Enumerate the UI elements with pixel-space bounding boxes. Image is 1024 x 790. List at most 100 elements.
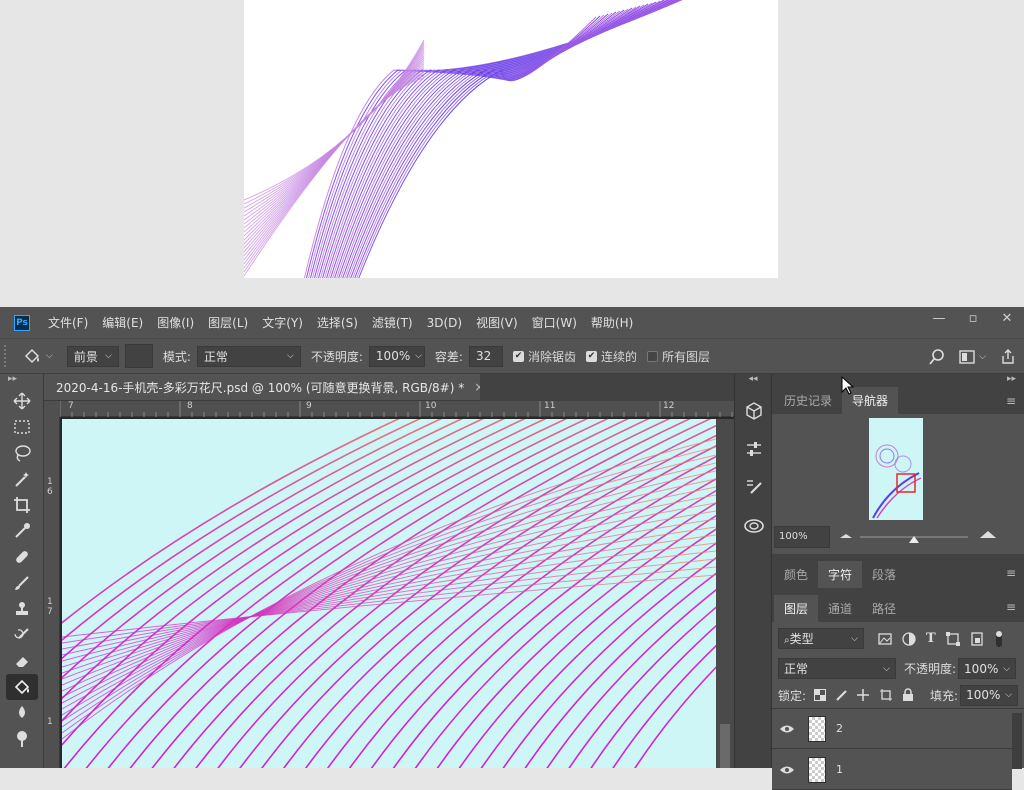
layers-scrollbar[interactable] [1012, 713, 1022, 769]
crop-tool[interactable] [6, 492, 38, 518]
clone-stamp-tool[interactable] [6, 596, 38, 622]
eyedropper-tool[interactable] [6, 518, 38, 544]
tab-paragraph[interactable]: 段落 [862, 561, 906, 588]
layer-row[interactable]: 1 [772, 750, 1012, 790]
lock-artboard-icon[interactable] [879, 688, 893, 702]
menu-filter[interactable]: 滤镜(T) [372, 314, 413, 331]
3d-panel-button[interactable] [735, 392, 773, 430]
tolerance-field[interactable]: 32 [468, 345, 503, 367]
brush-tool[interactable] [6, 570, 38, 596]
document-tab[interactable]: 2020-4-16-手机壳-多彩万花尺.psd @ 100% (可随意更换背景,… [44, 374, 484, 401]
opacity-field[interactable]: 100% ⌵ [368, 345, 425, 367]
menu-file[interactable]: 文件(F) [48, 314, 88, 331]
navigator-thumbnail[interactable] [869, 418, 923, 520]
minimize-button[interactable]: — [922, 307, 956, 329]
all-layers-label: 所有图层 [662, 349, 711, 364]
filter-toggle[interactable] [994, 629, 1004, 649]
contiguous-option[interactable]: ✔ 连续的 [585, 348, 637, 365]
search-icon[interactable] [929, 349, 945, 365]
navigator-zoom-field[interactable]: 100% [774, 526, 830, 548]
menu-image[interactable]: 图像(I) [157, 314, 194, 331]
navigator-zoom-slider[interactable] [836, 526, 1016, 550]
menu-view[interactable]: 视图(V) [476, 314, 518, 331]
ribbon-line [356, 15, 601, 278]
menu-select[interactable]: 选择(S) [317, 314, 358, 331]
ribbon-line [244, 53, 425, 229]
ribbon-line [328, 1, 657, 278]
tab-color[interactable]: 颜色 [774, 561, 818, 588]
menu-type[interactable]: 文字(Y) [262, 314, 303, 331]
opacity-value: 100% [375, 349, 411, 363]
lock-all-icon[interactable] [902, 688, 914, 702]
blur-tool[interactable] [6, 700, 38, 726]
zoom-out-icon[interactable] [840, 534, 852, 538]
canvas-scrollbar[interactable] [716, 419, 734, 768]
menu-edit[interactable]: 编辑(E) [102, 314, 143, 331]
layer-opacity-field[interactable]: 100% ⌵ [958, 658, 1017, 679]
magic-wand-icon [15, 472, 29, 487]
dodge-tool[interactable] [6, 726, 38, 752]
marquee-tool[interactable] [6, 414, 38, 440]
tab-character[interactable]: 字符 [818, 561, 863, 588]
character-panel: 颜色 字符 段落 ≡ [772, 558, 1024, 588]
shape-filter-icon[interactable] [945, 631, 960, 646]
anti-alias-checkbox[interactable]: ✔ [512, 350, 524, 362]
image-filter-icon[interactable] [878, 632, 892, 645]
tab-paths[interactable]: 路径 [862, 595, 906, 622]
contiguous-checkbox[interactable]: ✔ [585, 350, 597, 362]
fill-source-select[interactable]: 前景 ⌵ [66, 345, 119, 367]
share-icon[interactable] [1000, 349, 1016, 365]
tools-collapse[interactable]: ▸▸ [0, 374, 43, 388]
brush-settings-button[interactable] [735, 468, 773, 506]
move-tool[interactable] [6, 388, 38, 414]
blend-mode-select[interactable]: 正常 ⌵ [778, 658, 896, 679]
adjustments-panel-button[interactable] [735, 430, 773, 468]
anti-alias-option[interactable]: ✔ 消除锯齿 [512, 348, 576, 365]
smart-object-filter-icon[interactable] [970, 631, 984, 646]
tab-channels[interactable]: 通道 [818, 595, 862, 622]
zoom-in-icon[interactable] [980, 531, 996, 538]
workspace-switcher[interactable]: ⌵ [959, 350, 986, 364]
panel-menu-icon[interactable]: ≡ [1006, 600, 1016, 614]
menu-help[interactable]: 帮助(H) [591, 314, 633, 331]
panel-menu-icon[interactable]: ≡ [1006, 566, 1016, 580]
menu-3d[interactable]: 3D(D) [427, 316, 462, 330]
paint-bucket-tool[interactable] [6, 674, 38, 700]
tolerance-value: 32 [475, 349, 492, 363]
lock-position-icon[interactable] [856, 688, 870, 702]
maximize-button[interactable]: ▫ [956, 307, 990, 329]
fill-field[interactable]: 100% ⌵ [960, 684, 1019, 706]
adjustment-filter-icon[interactable] [902, 631, 916, 646]
ruler-label: 1 6 [47, 477, 53, 497]
tab-history[interactable]: 历史记录 [774, 387, 842, 414]
document-canvas[interactable] [62, 419, 716, 768]
quick-select-tool[interactable] [6, 466, 38, 492]
libraries-panel-button[interactable] [735, 506, 773, 544]
panels-expand[interactable]: ▸▸ [1007, 374, 1016, 384]
close-window-button[interactable]: ✕ [990, 307, 1024, 329]
layer-filter-select[interactable]: ⌕类型 ⌵ [778, 628, 864, 649]
healing-brush-tool[interactable] [6, 544, 38, 570]
layer-row[interactable]: 2 [772, 709, 1012, 749]
menu-layer[interactable]: 图层(L) [208, 314, 248, 331]
tab-layers[interactable]: 图层 [774, 595, 819, 622]
visibility-eye-icon[interactable] [772, 724, 802, 734]
strip-collapse[interactable]: ◂◂ [735, 374, 771, 392]
eraser-tool[interactable] [6, 648, 38, 674]
pattern-swatch[interactable] [124, 344, 153, 368]
all-layers-option[interactable]: 所有图层 [647, 348, 710, 365]
lock-pixels-icon[interactable] [835, 689, 847, 701]
tool-preset-picker[interactable]: ⌵ [22, 347, 53, 365]
mode-select[interactable]: 正常 ⌵ [196, 345, 301, 367]
visibility-eye-icon[interactable] [772, 765, 802, 775]
layer-filter-row: ⌕类型 ⌵ T [778, 628, 1004, 649]
history-brush-tool[interactable] [6, 622, 38, 648]
lock-transparency-icon[interactable] [814, 689, 827, 701]
lasso-tool[interactable] [6, 440, 38, 466]
scrollbar-thumb[interactable] [720, 724, 730, 768]
panel-menu-icon[interactable]: ≡ [1006, 394, 1016, 408]
all-layers-checkbox[interactable] [647, 350, 658, 362]
layers-list: 2 1 [772, 708, 1024, 790]
menu-window[interactable]: 窗口(W) [532, 314, 577, 331]
type-filter-icon[interactable]: T [926, 631, 936, 646]
